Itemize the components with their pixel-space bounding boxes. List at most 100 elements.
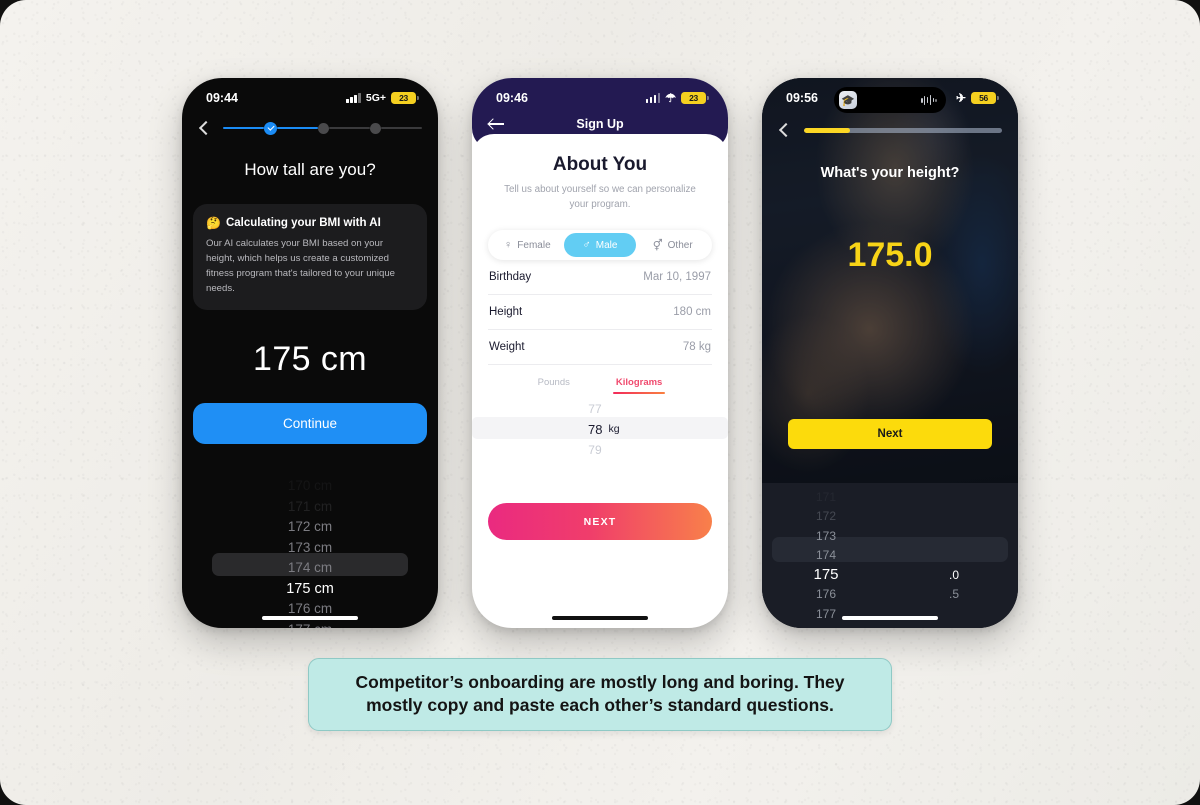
next-button[interactable]: NEXT	[488, 503, 712, 540]
bmi-card-heading-row: 🤔 Calculating your BMI with AI	[206, 216, 414, 230]
step-line-3	[329, 127, 370, 129]
status-time: 09:46	[496, 91, 528, 105]
phone-mockup-2: 09:46 ☂ 23 Sign Up About You Tell us abo…	[472, 78, 728, 628]
picker-item-whole: 172	[815, 509, 837, 524]
battery-icon: 23	[681, 91, 709, 105]
battery-level: 23	[689, 93, 698, 103]
cellular-signal-icon	[645, 93, 661, 103]
page-title: What's your height?	[820, 165, 960, 181]
picker-rows: 170 cm 171 cm 172 cm 173 cm 174 cm 175 c…	[182, 474, 438, 628]
home-indicator	[842, 615, 938, 620]
weight-unit-tabs: Pounds Kilograms	[488, 365, 712, 395]
gender-segmented-control: ♀ Female ♂ Male ⚥ Other	[488, 230, 712, 261]
phone-mockup-1: 09:44 5G+ 23 How tall are you? 🤔 Calcula…	[182, 78, 438, 628]
field-label: Height	[489, 306, 523, 319]
page-title: How tall are you?	[244, 160, 376, 179]
gender-option-other[interactable]: ⚥ Other	[636, 233, 709, 257]
picker-item-whole: 173	[815, 528, 837, 543]
home-indicator	[552, 615, 648, 620]
chevron-left-icon[interactable]	[196, 120, 212, 136]
other-gender-symbol-icon: ⚥	[652, 239, 663, 252]
field-value: Mar 10, 1997	[643, 271, 711, 284]
page-subtitle: Tell us about yourself so we can persona…	[504, 184, 696, 210]
picker-item[interactable]: 176 cm	[182, 599, 438, 620]
battery-icon: 23	[391, 91, 419, 105]
picker-item-whole: 175	[813, 566, 839, 584]
status-bar-2: 09:46 ☂ 23	[472, 78, 728, 112]
bmi-card-body: Our AI calculates your BMI based on your…	[206, 238, 396, 294]
progress-bar	[804, 127, 1002, 133]
tab-kilograms[interactable]: Kilograms	[612, 377, 666, 395]
picker-item[interactable]: 79 kg	[488, 439, 712, 460]
step-line-1	[223, 127, 264, 129]
height-value-display: 175 cm	[253, 340, 367, 379]
battery-level: 23	[399, 93, 408, 103]
step-dot-3[interactable]	[370, 122, 381, 134]
field-value: 180 cm	[673, 306, 711, 319]
picker-item-value: 79	[588, 442, 602, 457]
picker-item[interactable]: 173	[762, 526, 1018, 546]
picker-item-selected[interactable]: 175 cm	[182, 579, 438, 600]
height-picker-wheel[interactable]: 171 172 173 174 175 .0 176 .5 177	[762, 483, 1018, 628]
bmi-card-heading: Calculating your BMI with AI	[225, 217, 381, 229]
picker-item[interactable]: 178	[762, 624, 1018, 628]
continue-button[interactable]: Continue	[193, 403, 427, 445]
bmi-info-card: 🤔 Calculating your BMI with AI Our AI ca…	[193, 204, 427, 311]
picker-item-whole: 176	[815, 587, 837, 602]
phone2-navbar: Sign Up	[472, 112, 728, 132]
tab-pounds[interactable]: Pounds	[538, 377, 570, 394]
step-dot-2[interactable]	[318, 122, 329, 134]
step-dot-1-complete[interactable]	[264, 121, 277, 135]
female-symbol-icon: ♀	[504, 239, 513, 252]
wifi-icon: ☂	[665, 91, 676, 105]
dynamic-island[interactable]: 🎓	[834, 87, 946, 113]
phone3-topbar	[762, 112, 1018, 138]
next-button[interactable]: Next	[788, 419, 992, 449]
field-row-weight[interactable]: Weight 78 kg	[488, 330, 712, 366]
onboarding-stepper	[223, 121, 422, 135]
picker-item[interactable]: 174	[762, 546, 1018, 566]
field-row-birthday[interactable]: Birthday Mar 10, 1997	[488, 260, 712, 296]
picker-item[interactable]: 177 cm	[182, 620, 438, 628]
gender-option-female[interactable]: ♀ Female	[491, 233, 564, 257]
status-bar-1: 09:44 5G+ 23	[182, 78, 438, 112]
caption-line-1: Competitor’s onboarding are mostly long …	[355, 672, 845, 692]
caption-callout: Competitor’s onboarding are mostly long …	[308, 658, 892, 731]
gender-option-label: Female	[517, 239, 551, 251]
picker-item-value: 78	[587, 421, 603, 437]
picker-item[interactable]: 172 cm	[182, 517, 438, 538]
picker-item[interactable]: 170 cm	[182, 476, 438, 497]
picker-item-selected[interactable]: 175 .0	[762, 565, 1018, 585]
picker-item[interactable]: 174 cm	[182, 558, 438, 579]
field-row-height[interactable]: Height 180 cm	[488, 295, 712, 331]
picker-item-whole: 178	[762, 626, 890, 628]
height-picker-wheel[interactable]: 170 cm 171 cm 172 cm 173 cm 174 cm 175 c…	[182, 474, 438, 628]
picker-item[interactable]: 171	[762, 487, 1018, 507]
battery-level: 56	[979, 93, 988, 103]
field-label: Birthday	[489, 271, 532, 284]
status-time: 09:44	[206, 91, 238, 105]
arrow-left-icon[interactable]	[488, 116, 508, 132]
progress-bar-fill	[804, 127, 850, 133]
canvas: 09:44 5G+ 23 How tall are you? 🤔 Calcula…	[0, 0, 1200, 805]
picker-item-selected[interactable]: 78 kg	[488, 419, 712, 440]
picker-item[interactable]: 176 .5	[762, 585, 1018, 605]
picker-item[interactable]: 172	[762, 507, 1018, 527]
phone2-body: About You Tell us about yourself so we c…	[472, 134, 728, 566]
picker-item[interactable]: 173 cm	[182, 538, 438, 559]
field-value: 78 kg	[682, 341, 711, 354]
gender-option-label: Other	[667, 239, 693, 251]
picker-item-decimal: .0	[948, 567, 959, 582]
picker-item[interactable]: 77 kg	[488, 398, 712, 419]
step-line-2	[277, 127, 318, 129]
weight-picker-wheel[interactable]: 77 kg 78 kg 79 kg	[472, 398, 728, 460]
audio-waveform-icon	[920, 95, 937, 105]
picker-item-whole: 171	[815, 489, 837, 504]
chevron-left-icon[interactable]	[776, 122, 792, 138]
cellular-signal-icon	[346, 93, 361, 103]
picker-item[interactable]: 177	[762, 604, 1018, 624]
airplane-mode-icon: ✈	[955, 91, 966, 105]
gender-option-male[interactable]: ♂ Male	[563, 233, 637, 258]
music-artwork-icon: 🎓	[839, 91, 857, 109]
picker-item[interactable]: 171 cm	[182, 497, 438, 518]
